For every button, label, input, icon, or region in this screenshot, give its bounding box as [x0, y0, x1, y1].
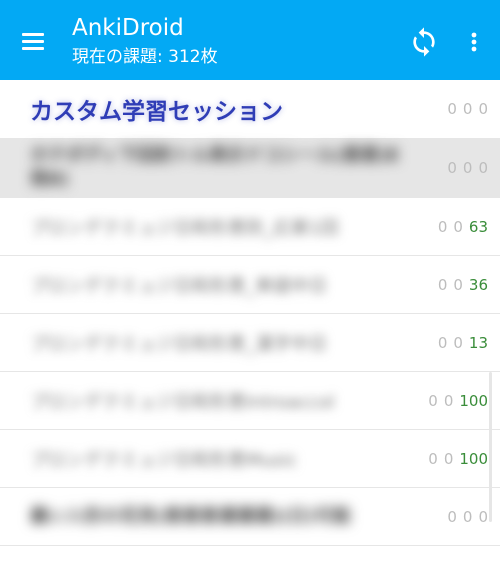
deck-row[interactable]: プロンデクミュジ日和形恵_漢字中日 0 0 13	[0, 314, 500, 372]
deck-name: プロンデクミュジ日和形恵Introaccol	[30, 391, 335, 413]
review-count: 36	[468, 275, 488, 294]
deck-counts: 000	[441, 100, 488, 118]
sync-icon[interactable]	[408, 26, 440, 58]
app-bar: AnkiDroid 現在の課題: 312枚	[0, 0, 500, 80]
review-count: 0	[478, 507, 488, 526]
learning-count: 0	[453, 217, 463, 236]
deck-row[interactable]: プロンデクミュジ日和形恵_単語中日 0 0 36	[0, 256, 500, 314]
deck-name: カスタム学習セッション	[30, 99, 283, 125]
deck-counts: 0 0 100	[422, 450, 488, 468]
deck-row[interactable]: プロンデクミュジ日和形恵Music 0 0 100	[0, 430, 500, 488]
new-count: 0	[437, 333, 448, 352]
deck-counts: 0 0 36	[432, 276, 488, 294]
deck-row[interactable]: プロンデクミュジ日和形恵Introaccol 0 0 100	[0, 372, 500, 430]
deck-counts: 0 0 100	[422, 392, 488, 410]
learning-count: 0	[443, 449, 454, 468]
review-count: 63	[468, 217, 488, 236]
new-count: 0	[447, 159, 457, 177]
app-subtitle: 現在の課題: 312枚	[72, 47, 218, 67]
learning-count: 0	[453, 275, 463, 294]
deck-row[interactable]: カスタム学習セッション 000	[0, 80, 500, 138]
new-count: 0	[437, 275, 448, 294]
deck-counts: 0 0 13	[432, 334, 488, 352]
deck-row[interactable]: 最い入形の花見(恵恵恵運運運)(日)可能 000	[0, 488, 500, 546]
new-count: 0	[437, 217, 448, 236]
new-count: 0	[428, 449, 438, 468]
more-options-icon[interactable]	[462, 26, 486, 58]
review-count: 0	[478, 159, 488, 177]
learning-count: 0	[453, 333, 463, 352]
deck-name: プロンデクミュジ日和形恵_漢字中日	[30, 333, 327, 355]
deck-list: カスタム学習セッション 000 ホテボディ下回防トル表示ドコシール(恵恵)E 発…	[0, 80, 500, 546]
learning-count: 0	[462, 159, 473, 177]
deck-counts: 0 0 63	[432, 218, 488, 236]
deck-name: プロンデクミュジ日和形恵Music	[30, 449, 298, 471]
deck-row[interactable]: ホテボディ下回防トル表示ドコシール(恵恵)E 発8) 000	[0, 138, 500, 198]
learning-count: 0	[462, 100, 473, 118]
menu-icon[interactable]	[14, 24, 54, 58]
learning-count: 0	[462, 507, 473, 526]
deck-name: プロンデクミュジ日和形恵防_応第1回	[30, 217, 339, 239]
scrollbar[interactable]	[489, 372, 492, 522]
review-count: 100	[459, 449, 488, 468]
review-count: 13	[468, 333, 488, 352]
deck-name: 最い入形の花見(恵恵恵運運運)(日)可能	[30, 505, 351, 527]
deck-name: プロンデクミュジ日和形恵_単語中日	[30, 275, 327, 297]
deck-row[interactable]: プロンデクミュジ日和形恵防_応第1回 0 0 63	[0, 198, 500, 256]
new-count: 0	[447, 507, 457, 526]
deck-name: ホテボディ下回防トル表示ドコシール(恵恵)E 発8)	[30, 145, 400, 190]
new-count: 0	[428, 391, 438, 410]
deck-counts: 000	[441, 159, 488, 177]
new-count: 0	[447, 100, 457, 118]
learning-count: 0	[443, 391, 454, 410]
deck-counts: 000	[441, 508, 488, 526]
review-count: 100	[459, 391, 488, 410]
review-count: 0	[478, 100, 488, 118]
app-title: AnkiDroid	[72, 15, 184, 41]
